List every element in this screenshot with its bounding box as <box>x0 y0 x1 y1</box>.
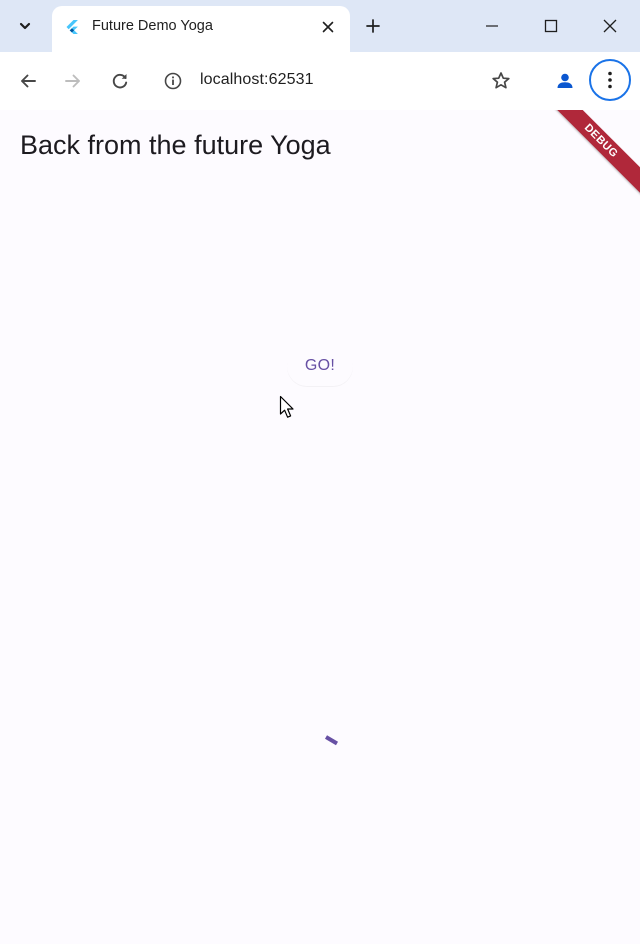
site-info-button[interactable] <box>160 68 186 94</box>
minimize-icon <box>486 25 498 27</box>
more-vert-icon <box>608 71 612 89</box>
tab-search-button[interactable] <box>10 12 40 40</box>
forward-button[interactable] <box>56 64 90 98</box>
page-title: Back from the future Yoga <box>20 130 331 160</box>
new-tab-button[interactable] <box>358 11 388 41</box>
tab-title: Future Demo Yoga <box>92 18 213 34</box>
browser-tab-strip: Future Demo Yoga <box>0 0 640 52</box>
loading-spinner <box>324 735 339 746</box>
maximize-button[interactable] <box>528 6 574 46</box>
arrow-right-icon <box>65 74 80 88</box>
app-body: Back from the future Yoga GO! DEBUG <box>0 110 640 944</box>
tab-close-button[interactable] <box>316 15 340 39</box>
star-icon <box>492 72 510 89</box>
plus-icon <box>366 19 380 33</box>
url-text: localhost:62531 <box>200 71 314 88</box>
browser-tab[interactable]: Future Demo Yoga <box>52 6 350 52</box>
person-icon <box>557 73 573 88</box>
reload-button[interactable] <box>103 64 137 98</box>
back-button[interactable] <box>11 64 45 98</box>
go-button[interactable]: GO! <box>287 346 353 386</box>
minimize-button[interactable] <box>469 6 515 46</box>
arrow-left-icon <box>21 74 36 88</box>
debug-banner: DEBUG <box>541 110 640 201</box>
maximize-icon <box>544 19 558 33</box>
profile-button[interactable] <box>548 64 582 98</box>
info-icon <box>164 72 182 90</box>
close-icon <box>603 19 617 33</box>
bookmark-button[interactable] <box>484 64 518 98</box>
chevron-down-icon <box>19 22 31 30</box>
mouse-pointer-icon <box>279 395 294 418</box>
reload-icon <box>112 73 128 89</box>
close-icon <box>322 21 334 33</box>
address-bar[interactable]: localhost:62531 <box>152 60 530 102</box>
flutter-icon <box>66 20 78 34</box>
close-window-button[interactable] <box>587 6 633 46</box>
browser-toolbar: localhost:62531 <box>0 52 640 110</box>
browser-menu-button[interactable] <box>589 59 631 101</box>
